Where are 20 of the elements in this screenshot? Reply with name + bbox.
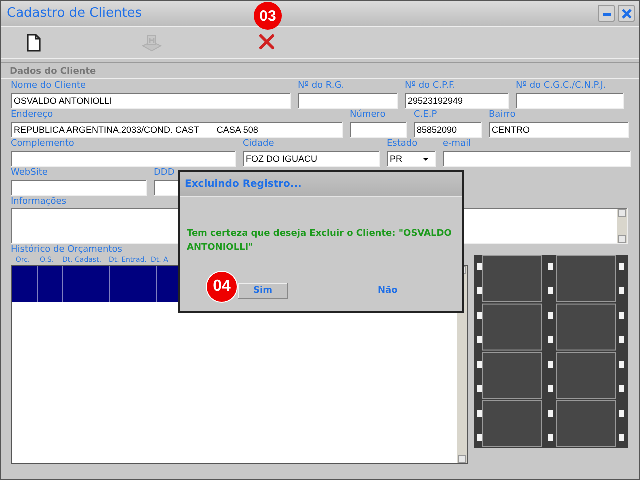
section-title: Histórico de Orçamentos [11,245,122,256]
field-label: Nº do C.G.C./C.N.P.J. [516,81,608,92]
field-label: Complemento [11,139,76,150]
field-label: Nome do Cliente [11,81,88,92]
window-title: Cadastro de Clientes [7,6,142,21]
field-label: C.E.P [414,110,438,121]
field-label: Bairro [489,110,517,121]
field-label: Endereço [11,110,54,121]
section-title: Dados do Cliente [10,66,98,78]
field-label: Estado [387,139,419,150]
dialog-title: Excluindo Registro... [185,178,302,190]
field-label: DDD [154,168,176,179]
field-label: Cidade [243,139,276,150]
field-label: Nº do C.P.F. [405,81,457,92]
field-label: Informações [11,197,67,208]
field-label: WebSite [11,168,49,179]
field-label: e-mail [443,139,472,150]
field-label: Número [350,110,387,121]
field-label: Nº do R.G. [298,81,346,92]
dialog-message: Tem certeza que deseja Excluir o Cliente: "OSVALDO ANTONIOLLI" [187,228,453,255]
